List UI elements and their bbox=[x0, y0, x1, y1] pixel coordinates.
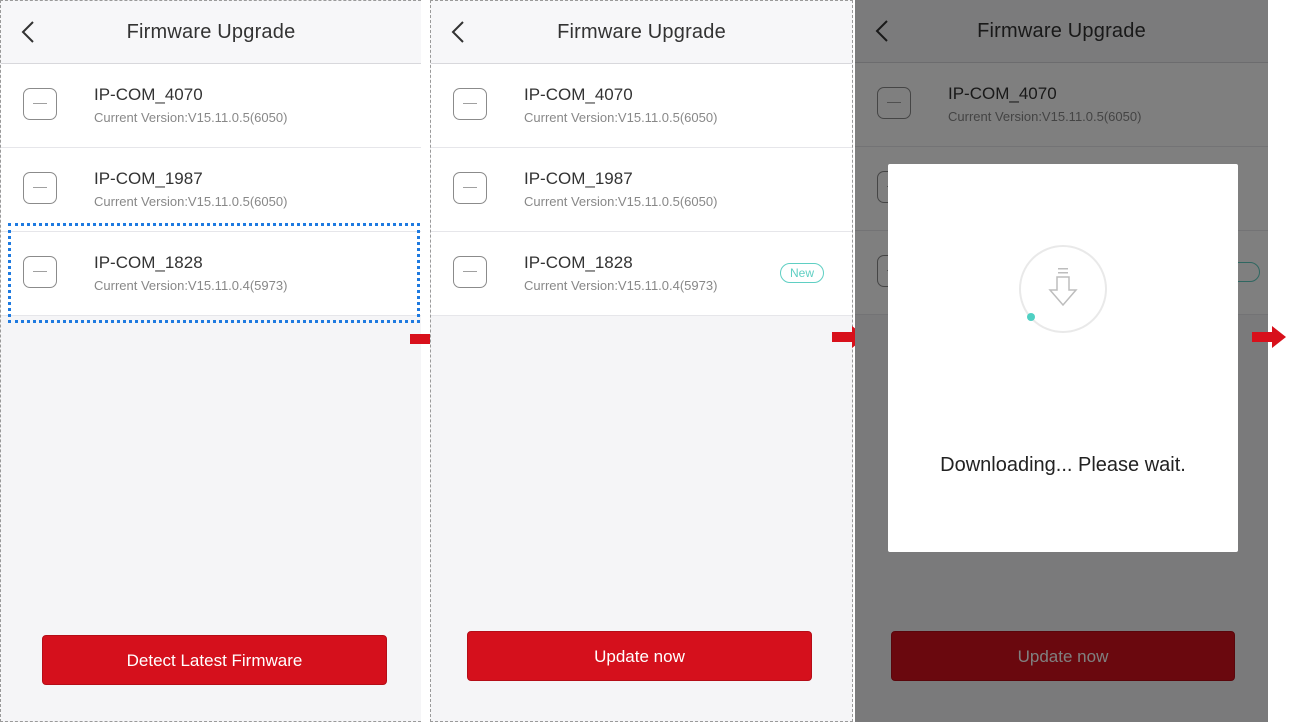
new-firmware-badge: New bbox=[780, 263, 824, 283]
access-point-icon bbox=[453, 172, 487, 204]
page-title: Firmware Upgrade bbox=[557, 21, 726, 43]
access-point-icon bbox=[23, 256, 57, 288]
access-point-icon bbox=[23, 172, 57, 204]
device-version: Current Version:V15.11.0.4(5973) bbox=[524, 278, 718, 293]
device-name: IP-COM_1828 bbox=[524, 253, 633, 272]
navigation-bar: Firmware Upgrade bbox=[1, 1, 421, 64]
screen-downloading: Firmware Upgrade IP-COM_4070 Current Ver… bbox=[855, 0, 1268, 722]
device-version: Current Version:V15.11.0.4(5973) bbox=[94, 278, 288, 293]
access-point-icon bbox=[453, 256, 487, 288]
device-item[interactable]: IP-COM_1828 Current Version:V15.11.0.4(5… bbox=[431, 232, 852, 316]
detect-firmware-button[interactable]: Detect Latest Firmware bbox=[42, 635, 387, 685]
page-title: Firmware Upgrade bbox=[126, 21, 296, 43]
device-list: IP-COM_4070 Current Version:V15.11.0.5(6… bbox=[1, 64, 421, 316]
device-name: IP-COM_4070 bbox=[524, 85, 633, 104]
download-status-text: Downloading... Please wait. bbox=[940, 454, 1186, 476]
device-version: Current Version:V15.11.0.5(6050) bbox=[94, 194, 288, 209]
device-version: Current Version:V15.11.0.5(6050) bbox=[524, 194, 718, 209]
device-item[interactable]: IP-COM_1828 Current Version:V15.11.0.4(5… bbox=[1, 232, 421, 316]
device-item[interactable]: IP-COM_1987 Current Version:V15.11.0.5(6… bbox=[1, 148, 421, 232]
screen-detect: Firmware Upgrade IP-COM_4070 Current Ver… bbox=[0, 0, 421, 722]
access-point-icon bbox=[453, 88, 487, 120]
download-dialog: Downloading... Please wait. bbox=[888, 164, 1238, 552]
download-arrow-icon bbox=[1019, 245, 1107, 333]
navigation-bar: Firmware Upgrade bbox=[431, 1, 852, 64]
device-name: IP-COM_1987 bbox=[524, 169, 633, 188]
device-list: IP-COM_4070 Current Version:V15.11.0.5(6… bbox=[431, 64, 852, 316]
device-item[interactable]: IP-COM_4070 Current Version:V15.11.0.5(6… bbox=[1, 64, 421, 148]
update-now-button[interactable]: Update now bbox=[467, 631, 812, 681]
device-item[interactable]: IP-COM_1987 Current Version:V15.11.0.5(6… bbox=[431, 148, 852, 232]
device-name: IP-COM_1987 bbox=[94, 169, 203, 188]
device-version: Current Version:V15.11.0.5(6050) bbox=[94, 110, 288, 125]
screen-update: Firmware Upgrade IP-COM_4070 Current Ver… bbox=[430, 0, 853, 722]
device-version: Current Version:V15.11.0.5(6050) bbox=[524, 110, 718, 125]
right-arrow-icon bbox=[1252, 326, 1286, 348]
device-name: IP-COM_1828 bbox=[94, 253, 203, 272]
device-item[interactable]: IP-COM_4070 Current Version:V15.11.0.5(6… bbox=[431, 64, 852, 148]
device-name: IP-COM_4070 bbox=[94, 85, 203, 104]
access-point-icon bbox=[23, 88, 57, 120]
